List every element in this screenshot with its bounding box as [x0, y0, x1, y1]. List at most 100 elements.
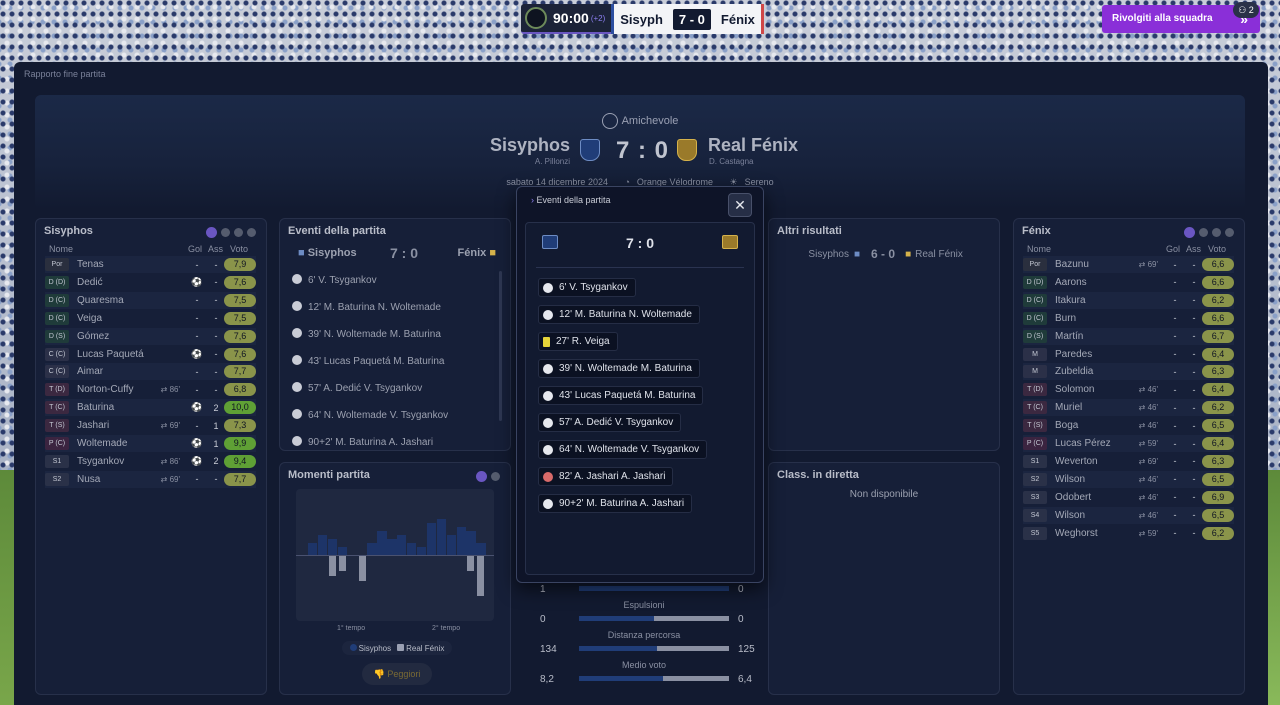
player-row[interactable]: P (C) Lucas Pérez ⇄ 59' - -6,4: [1023, 435, 1234, 452]
modal-event-item[interactable]: 57' A. Dedić V. Tsygankov: [538, 413, 682, 432]
player-rating: 7,3: [224, 419, 256, 433]
player-row[interactable]: M Paredes - -6,4: [1023, 346, 1234, 363]
modal-event-item[interactable]: 90+2' M. Baturina A. Jashari: [538, 494, 693, 513]
player-row[interactable]: P (C) Woltemade ⚽ 1 9,9: [45, 435, 256, 452]
player-row[interactable]: D (D) Dedić ⚽ -7,6: [45, 274, 256, 291]
player-row[interactable]: D (C) Burn - -6,6: [1023, 310, 1234, 327]
player-row[interactable]: T (C) Muriel ⇄ 46' - -6,2: [1023, 399, 1234, 417]
modal-event-item[interactable]: 43' Lucas Paquetá M. Baturina: [538, 386, 704, 405]
player-row[interactable]: T (C) Baturina ⚽ 2 10,0: [45, 399, 256, 417]
events-scrollbar[interactable]: [499, 271, 502, 421]
events-home-label: Sisyphos: [307, 247, 357, 259]
event-item[interactable]: 39' N. Woltemade M. Baturina: [292, 328, 441, 340]
goal-icon: [292, 382, 302, 392]
player-name: Lucas Pérez: [1055, 438, 1111, 449]
event-item[interactable]: 12' M. Baturina N. Woltemade: [292, 301, 441, 313]
player-row[interactable]: Por Bazunu ⇄ 69' - -6,6: [1023, 256, 1234, 273]
player-row[interactable]: T (S) Jashari ⇄ 69' - 1 7,3: [45, 417, 256, 434]
worst-moments-button[interactable]: 👎 Peggiori: [362, 663, 432, 685]
player-goals: -: [1173, 528, 1177, 538]
player-row[interactable]: D (S) Gómez - -7,6: [45, 327, 256, 345]
other-score: 6 - 0: [871, 247, 896, 261]
player-row[interactable]: C (C) Aimar - -7,7: [45, 363, 256, 381]
player-row[interactable]: M Zubeldia - -6,3: [1023, 363, 1234, 381]
player-name: Odobert: [1055, 491, 1092, 503]
panel-pager[interactable]: [202, 227, 256, 240]
col-goals: Gol: [1166, 244, 1181, 254]
player-row[interactable]: T (D) Norton-Cuffy ⇄ 86' - -6,8: [45, 381, 256, 398]
player-position: T (C): [1023, 401, 1047, 415]
event-item[interactable]: 64' N. Woltemade V. Tsygankov: [292, 409, 448, 421]
match-clock: 90:00 (+2): [521, 4, 612, 34]
away-panel-pager[interactable]: [1180, 227, 1234, 240]
event-item[interactable]: 43' Lucas Paquetá M. Baturina: [292, 355, 444, 367]
stat-home-value: 1: [540, 584, 546, 595]
col-assists: Ass: [1186, 244, 1202, 254]
player-assists: -: [1192, 420, 1196, 431]
player-row[interactable]: D (C) Veiga - -7,5: [45, 310, 256, 327]
player-row[interactable]: S2 Nusa ⇄ 69' - -7,7: [45, 470, 256, 488]
home-lineup-panel: Sisyphos Nome Gol Ass Voto Por Tenas - -7,9…: [35, 218, 267, 695]
player-row[interactable]: Por Tenas - -7,9: [45, 256, 256, 273]
modal-event-item[interactable]: 82' A. Jashari A. Jashari: [538, 467, 674, 486]
player-row[interactable]: S1 Tsygankov ⇄ 86' ⚽ 2 9,4: [45, 453, 256, 470]
player-row[interactable]: S1 Weverton ⇄ 69' - -6,3: [1023, 453, 1234, 470]
legend-away-label: Real Fénix: [406, 643, 445, 653]
away-team-name[interactable]: Real Fénix: [708, 135, 798, 156]
event-item[interactable]: 57' A. Dedić V. Tsygankov: [292, 382, 422, 394]
event-text: 12' M. Baturina N. Woltemade: [308, 302, 441, 313]
col-name: Nome: [49, 244, 74, 254]
own-goal-icon: [543, 471, 553, 482]
player-position: Por: [1023, 258, 1047, 271]
player-name: Quaresma: [77, 294, 124, 306]
event-text: 43' Lucas Paquetá M. Baturina: [308, 356, 445, 367]
player-assists: 2: [213, 456, 219, 467]
player-row[interactable]: S5 Weghorst ⇄ 59' - -6,2: [1023, 525, 1234, 542]
event-item[interactable]: 90+2' M. Baturina A. Jashari: [292, 436, 433, 448]
player-assists: -: [1192, 349, 1196, 359]
other-result-row[interactable]: Sisyphos ■ 6 - 0 ■ Real Fénix: [793, 245, 993, 263]
competition-badge-icon: [525, 7, 547, 29]
substitution-icon: ⇄ 86': [160, 385, 180, 395]
modal-event-item[interactable]: 39' N. Woltemade M. Baturina: [538, 359, 700, 378]
yellow-card-icon: [543, 336, 550, 347]
player-position: D (C): [45, 293, 69, 307]
player-rating: 6,5: [1202, 472, 1234, 486]
modal-event-item[interactable]: 6' V. Tsygankov: [538, 278, 636, 297]
modal-event-item[interactable]: 27' R. Veiga: [538, 332, 618, 351]
close-button[interactable]: ✕: [728, 193, 752, 217]
modal-event-item[interactable]: 12' M. Baturina N. Woltemade: [538, 305, 700, 324]
player-rating: 7,7: [224, 365, 256, 379]
player-row[interactable]: S3 Odobert ⇄ 46' - -6,9: [1023, 489, 1234, 506]
moments-pager[interactable]: [472, 471, 500, 484]
player-row[interactable]: T (S) Boga ⇄ 46' - -6,5: [1023, 417, 1234, 434]
player-row[interactable]: D (C) Itakura - -6,2: [1023, 291, 1234, 309]
moments-chart: [296, 489, 494, 621]
live-table-title: Class. in diretta: [777, 469, 859, 481]
player-goals: -: [1173, 438, 1177, 449]
player-goals: -: [195, 331, 199, 342]
player-rating: 7,6: [224, 347, 256, 361]
other-results-panel: Altri risultati Sisyphos ■ 6 - 0 ■ Real …: [768, 218, 1000, 451]
player-position: D (D): [1023, 275, 1047, 289]
player-row[interactable]: S4 Wilson ⇄ 46' - -6,5: [1023, 506, 1234, 524]
player-goals: -: [1173, 277, 1177, 288]
player-row[interactable]: C (C) Lucas Paquetá ⚽ -7,6: [45, 346, 256, 363]
player-row[interactable]: D (C) Quaresma - -7,5: [45, 291, 256, 309]
home-team-name[interactable]: Sisyphos: [490, 135, 570, 156]
notification-badge[interactable]: ⚇ 2: [1233, 2, 1259, 18]
goal-icon: [292, 436, 302, 446]
player-assists: -: [1192, 456, 1196, 467]
event-item[interactable]: 6' V. Tsygankov: [292, 274, 377, 286]
player-row[interactable]: D (S) Martín - -6,7: [1023, 327, 1234, 345]
player-row[interactable]: D (D) Aarons - -6,6: [1023, 274, 1234, 291]
player-goals: -: [1173, 456, 1177, 467]
stat-home-value: 134: [540, 644, 557, 655]
player-position: P (C): [1023, 437, 1047, 450]
substitution-icon: ⇄ 86': [160, 456, 180, 466]
player-row[interactable]: S2 Wilson ⇄ 46' - -6,5: [1023, 470, 1234, 488]
modal-event-item[interactable]: 64' N. Woltemade V. Tsygankov: [538, 440, 708, 459]
player-row[interactable]: T (D) Solomon ⇄ 46' - -6,4: [1023, 381, 1234, 398]
col-rating: Voto: [1208, 244, 1227, 254]
home-momentum-bar: [377, 531, 387, 555]
